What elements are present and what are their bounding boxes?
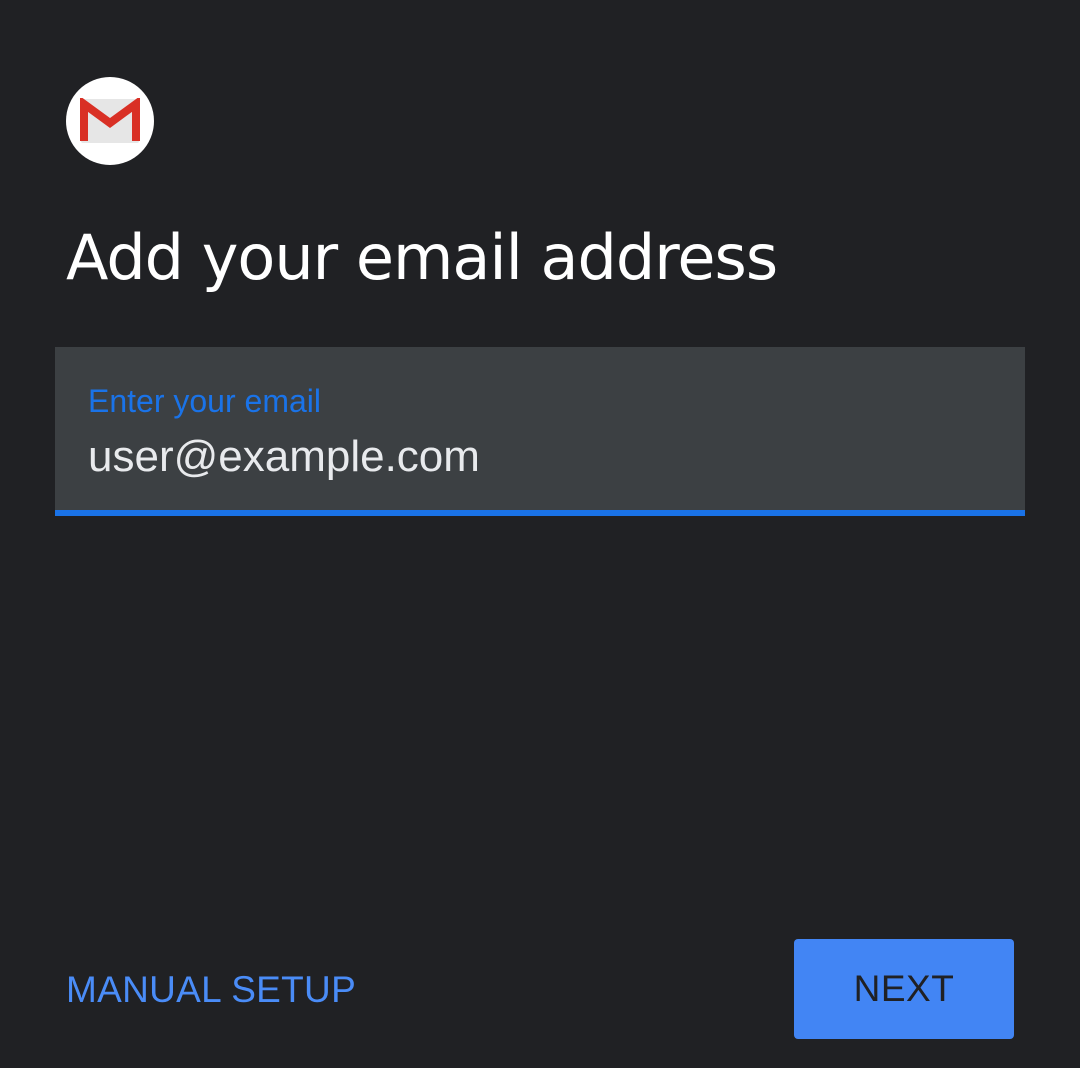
email-field[interactable]: Enter your email (55, 347, 1025, 516)
gmail-icon (80, 98, 140, 143)
page-title: Add your email address (66, 221, 778, 294)
email-field-label: Enter your email (88, 383, 321, 419)
email-input[interactable] (86, 429, 990, 485)
gmail-logo (66, 77, 154, 165)
next-button[interactable]: NEXT (794, 939, 1014, 1039)
manual-setup-button[interactable]: MANUAL SETUP (66, 966, 356, 1014)
